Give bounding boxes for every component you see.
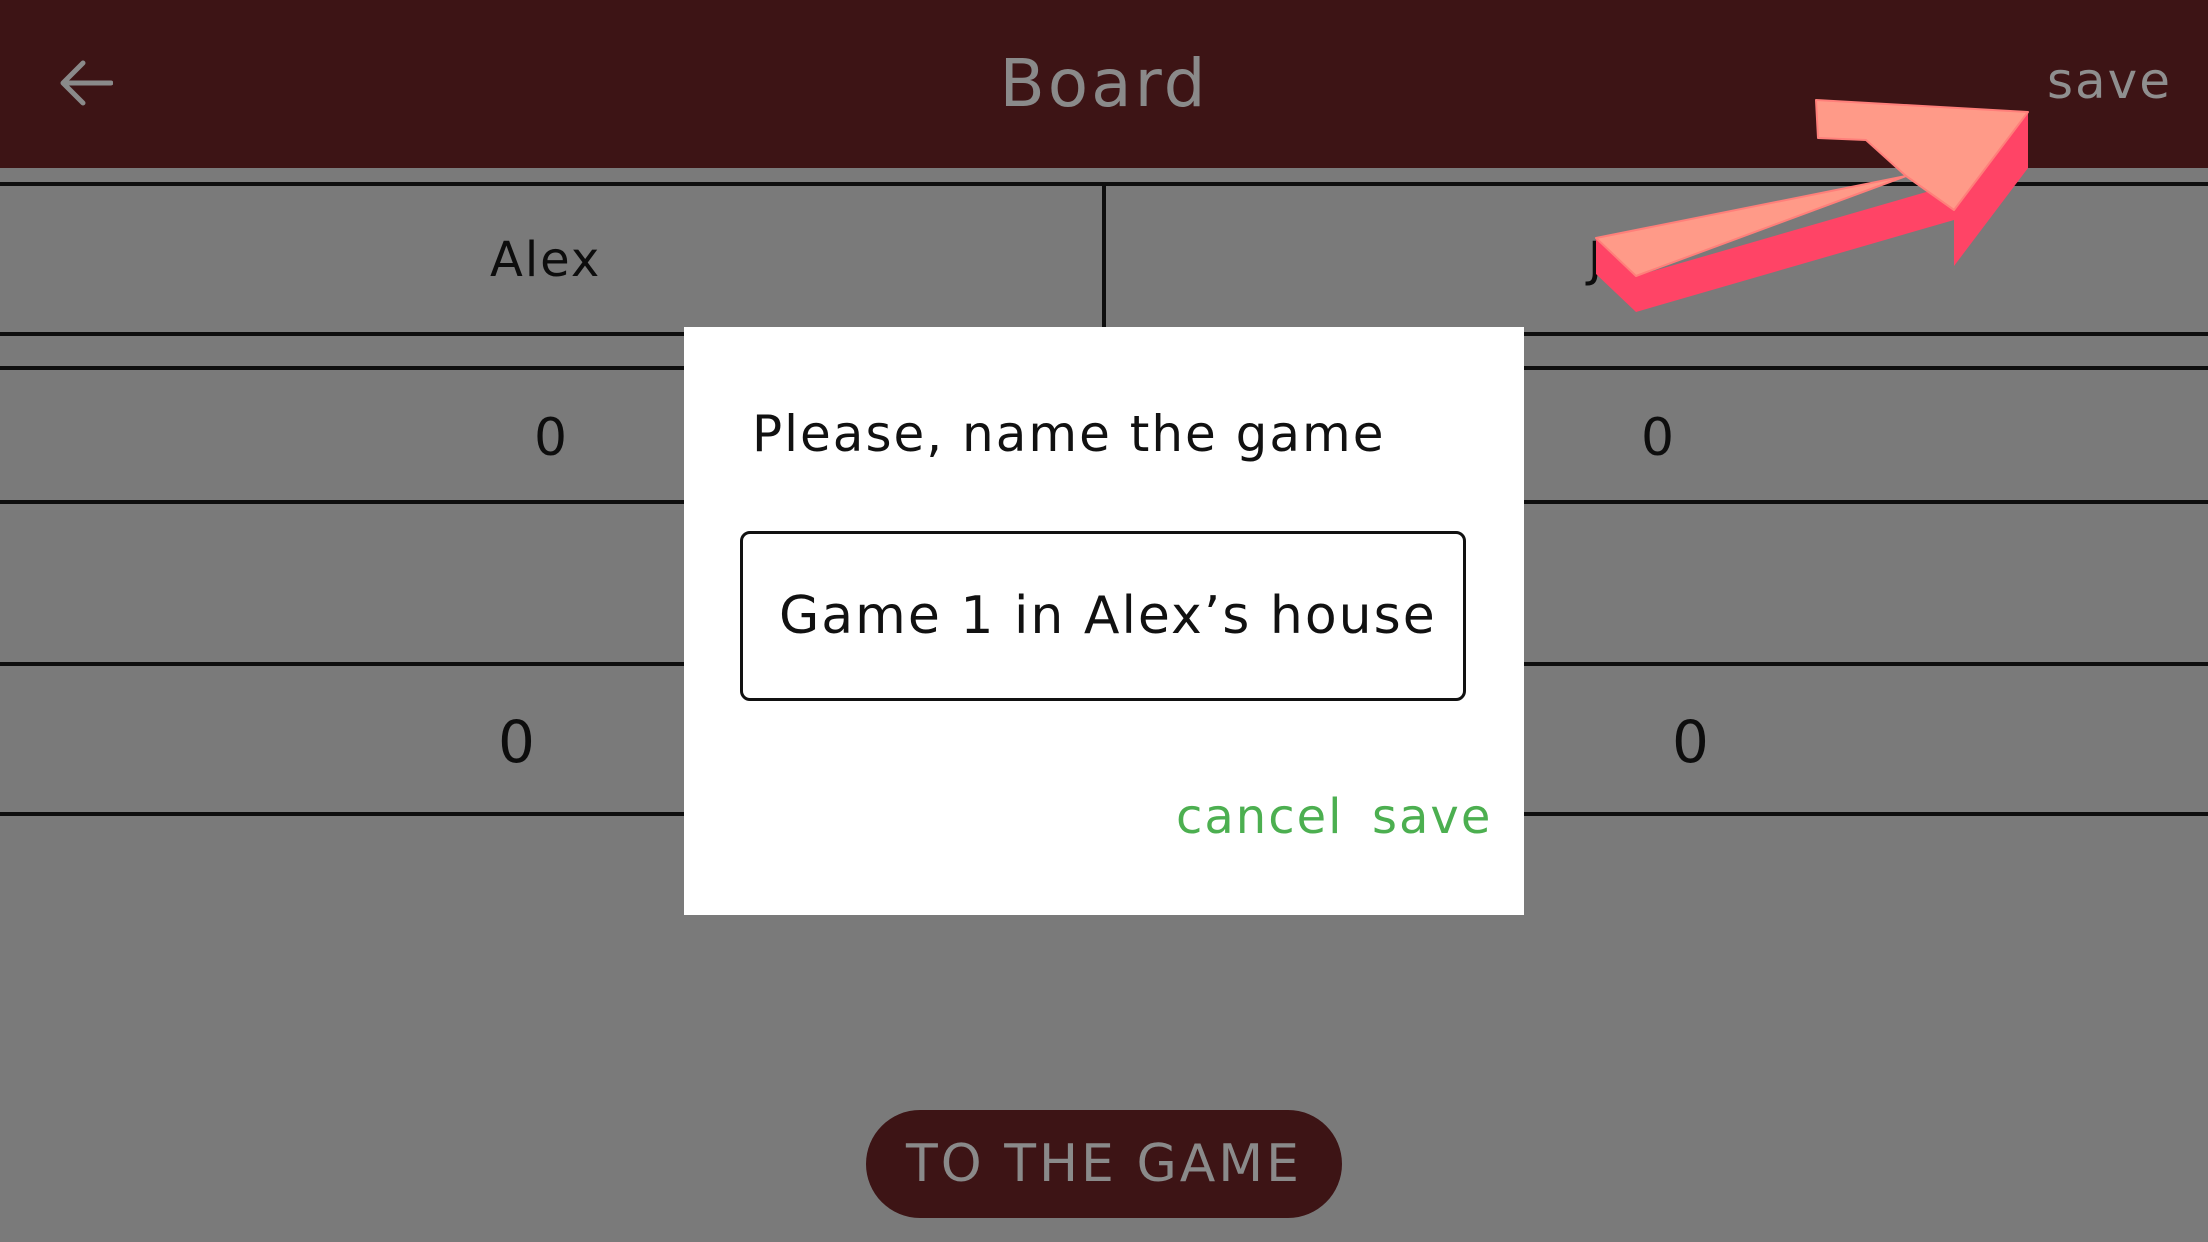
dialog-title: Please, name the game (752, 405, 1386, 463)
total-score-2: 0 (1672, 708, 1709, 776)
to-the-game-button[interactable]: TO THE GAME (866, 1110, 1342, 1218)
name-game-dialog: Please, name the game cancel save (684, 327, 1524, 915)
round-score-2[interactable]: 0 (1641, 408, 1674, 468)
player-name-2[interactable]: J (1588, 232, 1604, 288)
round-score-1[interactable]: 0 (534, 408, 567, 468)
total-score-1: 0 (498, 708, 535, 776)
appbar-save-button[interactable]: save (2047, 52, 2172, 110)
grid-divider (1102, 182, 1106, 332)
cancel-button[interactable]: cancel (1176, 789, 1343, 845)
game-name-input[interactable] (740, 531, 1466, 701)
app-bar: Board save (0, 0, 2208, 168)
page-title: Board (999, 45, 1209, 122)
dialog-save-button[interactable]: save (1372, 789, 1492, 845)
board-screen: Board save Alex J 0 0 0 0 TO THE GAME Pl… (0, 0, 2208, 1242)
player-name-1[interactable]: Alex (490, 232, 601, 288)
